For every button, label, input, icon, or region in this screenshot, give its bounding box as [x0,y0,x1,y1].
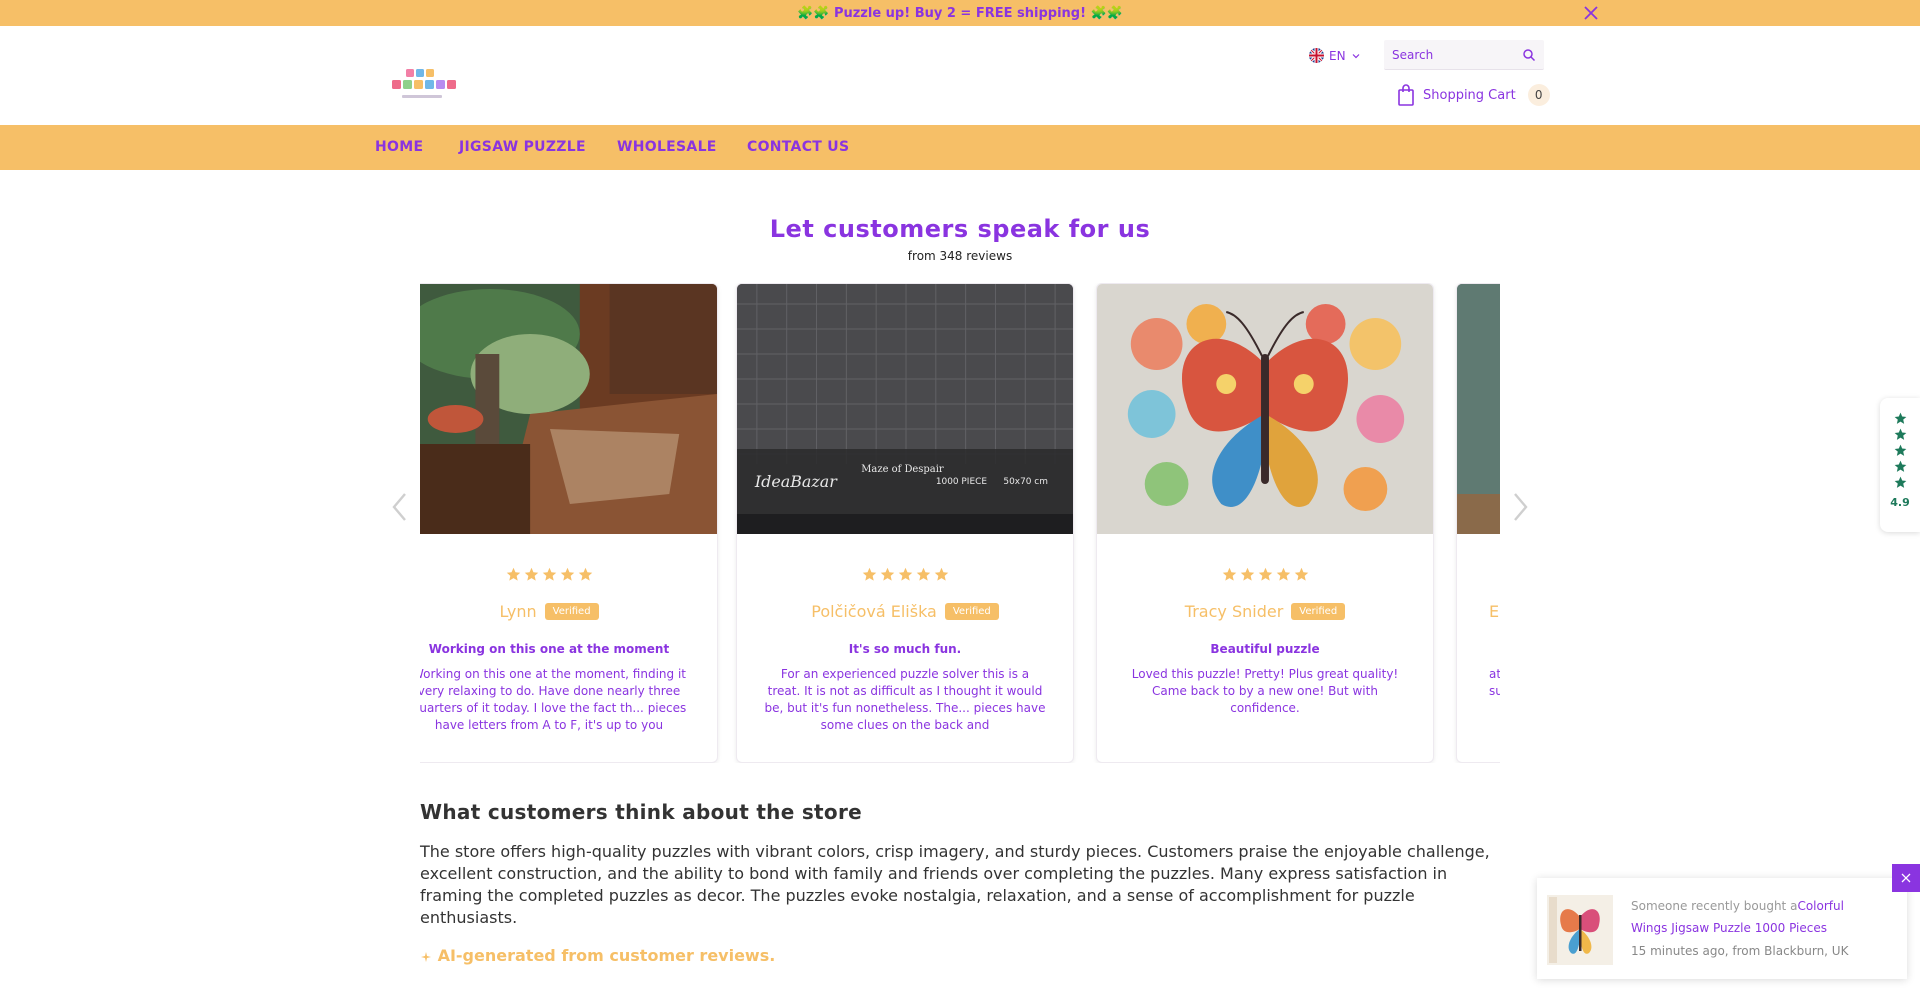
star-icon [916,567,930,581]
popup-meta: 15 minutes ago, from Blackburn, UK [1631,944,1849,958]
chevron-right-icon[interactable] [1509,490,1531,524]
star-icon [1240,567,1254,581]
box-title: Maze of Despair [861,464,944,475]
star-icon [1258,567,1272,581]
star-icon [880,567,894,581]
nav-item-jigsaw-puzzle[interactable]: JIGSAW PUZZLE [459,139,586,155]
reviews-count: from 348 reviews [907,249,1013,263]
reviewer-row: Polčičová Eliška Verified [737,602,1073,621]
star-icon [578,567,592,581]
reviewer-name: Tracy Snider [1184,602,1284,621]
star-icon [560,567,574,581]
review-title: Beautiful puzzle [1210,642,1320,656]
star-rating [1097,567,1433,582]
star-icon [1894,412,1906,424]
review-photo [1457,284,1500,534]
popup-close-button[interactable] [1892,864,1920,892]
close-icon [1901,873,1911,883]
product-thumbnail [1547,895,1613,965]
popup-message: Someone recently bought aColorful Wings … [1631,895,1871,939]
review-card[interactable]: Tracy Snider Verified Beautiful puzzle L… [1096,283,1434,763]
reviewer-row: Lynn Verified [420,602,717,621]
reviewer-name: Lynn [499,602,537,621]
star-icon [898,567,912,581]
review-title: It's so much fun. [848,642,962,656]
shopping-bag-icon [1398,84,1414,106]
rating-badge[interactable]: 4.9 [1880,398,1920,532]
search-input[interactable] [1392,47,1520,62]
nav-item-contact-us[interactable]: CONTACT US [747,139,849,155]
verified-badge: Verified [944,603,999,620]
star-icon [542,567,556,581]
ai-note-label: AI-generated from customer reviews. [437,946,776,965]
shopping-cart-label: Shopping Cart [1423,87,1516,103]
star-icon [1894,460,1906,472]
language-selector[interactable]: EN [1309,48,1361,63]
site-header: EN Shopping Cart 0 [0,26,1920,125]
review-body: Loved this puzzle! Pretty! Plus great qu… [1131,667,1399,715]
box-pieces: 1000 PIECE [936,477,988,487]
search-icon[interactable] [1522,48,1536,62]
announcement-bar: 🧩🧩 Puzzle up! Buy 2 = FREE shipping! 🧩🧩 [0,0,1920,26]
cart-count-badge: 0 [1527,84,1550,106]
popup-prefix: Someone recently bought a [1631,899,1798,913]
reviewer-row: Tracy Snider Verified [1097,602,1433,621]
close-icon[interactable] [1582,4,1600,22]
review-body: Working on this one at the moment, findi… [420,667,687,732]
reviewer-name: E [1489,602,1500,621]
star-icon [1294,567,1308,581]
logo[interactable] [388,68,458,102]
announcement-text: 🧩🧩 Puzzle up! Buy 2 = FREE shipping! 🧩🧩 [797,5,1123,21]
review-card[interactable]: IdeaBazar Maze of Despair 1000 PIECE 50x… [736,283,1074,763]
flag-uk-icon [1309,48,1324,63]
review-card[interactable]: Lynn Verified Working on this one at the… [420,283,718,763]
review-photo [1097,284,1433,534]
review-body: For an experienced puzzle solver this is… [764,667,1046,732]
recent-purchase-popup[interactable]: Someone recently bought aColorful Wings … [1537,878,1907,979]
star-icon [1894,476,1906,488]
box-brand: IdeaBazar [754,472,838,491]
language-label: EN [1329,48,1346,63]
nav-item-home[interactable]: HOME [375,139,423,155]
review-body: at su [1489,667,1500,698]
box-size: 50x70 cm [1003,477,1048,487]
star-rating [737,567,1073,582]
review-photo [420,284,717,534]
verified-badge: Verified [544,603,599,620]
ai-note: AI-generated from customer reviews. [420,946,775,965]
reviews-carousel: Lynn Verified Working on this one at the… [420,283,1500,763]
star-icon [1222,567,1236,581]
star-icon [506,567,520,581]
review-card[interactable]: E at su [1456,283,1500,763]
star-icon [1894,444,1906,456]
star-icon [1894,428,1906,440]
main-nav: HOME JIGSAW PUZZLE WHOLESALE CONTACT US [0,125,1920,170]
chevron-left-icon[interactable] [389,490,411,524]
verified-badge: Verified [1291,603,1346,620]
nav-item-wholesale[interactable]: WHOLESALE [617,139,717,155]
review-title: Working on this one at the moment [428,642,670,656]
rating-value: 4.9 [1890,496,1910,509]
star-icon [1276,567,1290,581]
reviewer-row: E [1489,602,1500,621]
star-icon [524,567,538,581]
star-icon [862,567,876,581]
sparkle-icon [421,951,431,962]
shopping-cart-link[interactable]: Shopping Cart 0 [1397,84,1550,106]
chevron-down-icon [1352,53,1359,58]
summary-title: What customers think about the store [420,800,862,824]
review-photo: IdeaBazar Maze of Despair 1000 PIECE 50x… [737,284,1073,534]
star-icon [934,567,948,581]
reviews-title: Let customers speak for us [769,215,1151,243]
search-box [1384,40,1544,70]
reviewer-name: Polčičová Eliška [811,602,937,621]
summary-text: The store offers high-quality puzzles wi… [420,842,1490,927]
star-rating [420,567,717,582]
